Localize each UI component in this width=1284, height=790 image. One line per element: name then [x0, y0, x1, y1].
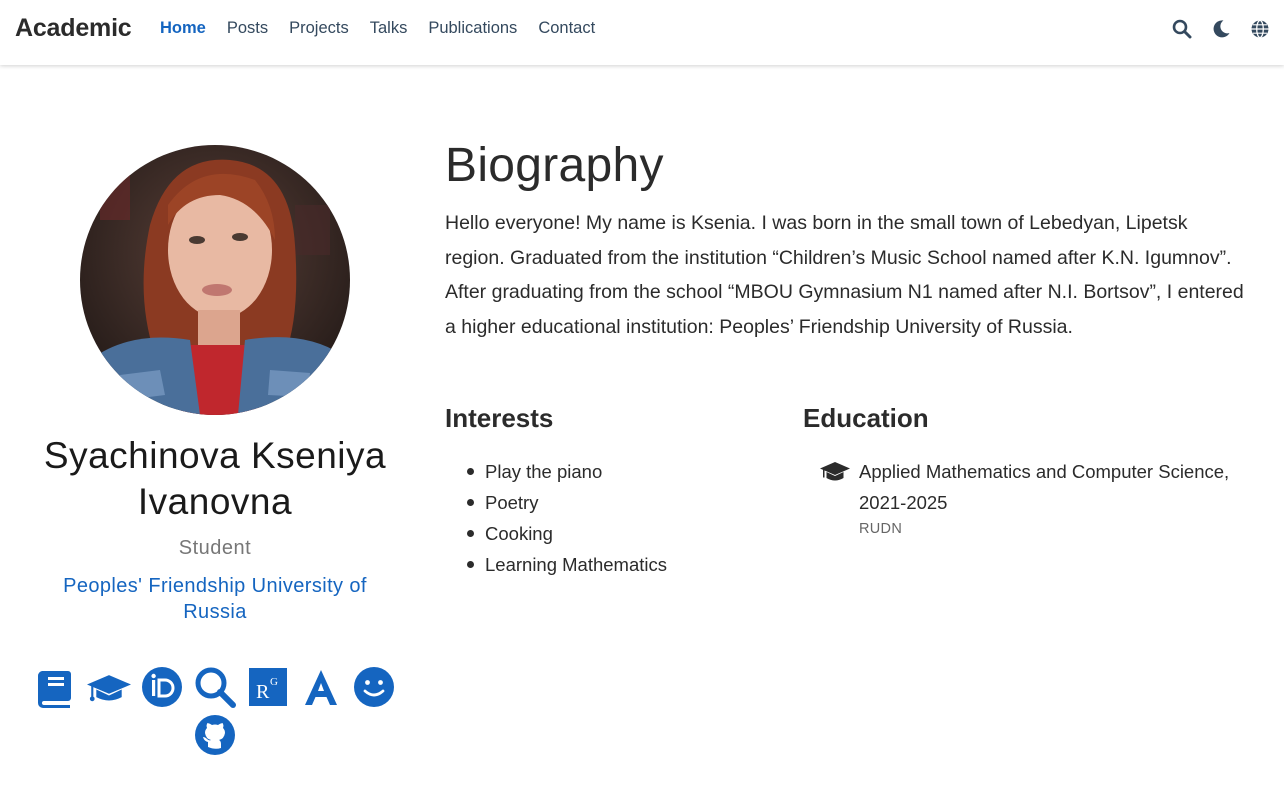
navbar: Academic Home Posts Projects Talks Publi… — [0, 0, 1284, 65]
nav-icons — [1172, 19, 1270, 39]
graduation-cap-icon[interactable] — [87, 665, 131, 709]
nav-link-projects[interactable]: Projects — [289, 19, 349, 38]
moon-icon[interactable] — [1211, 19, 1231, 39]
profile-name-line1: Syachinova Kseniya — [43, 435, 387, 476]
nav-links: Home Posts Projects Talks Publications C… — [160, 19, 595, 38]
education-item: Applied Mathematics and Computer Science… — [820, 456, 1250, 537]
interest-item: Poetry — [467, 487, 667, 518]
profile-name: Syachinova Kseniya Ivanovna — [15, 433, 415, 525]
profile-organization-link[interactable]: Peoples' Friendship University of Russia — [15, 573, 415, 625]
researchgate-icon[interactable]: RG — [246, 665, 290, 709]
nav-link-home[interactable]: Home — [160, 19, 206, 38]
social-links-row2 — [15, 713, 415, 757]
graduation-cap-icon — [820, 460, 850, 484]
interests-title: Interests — [445, 403, 554, 433]
profile-role: Student — [178, 537, 252, 559]
github-icon[interactable] — [193, 713, 237, 757]
smile-icon[interactable] — [352, 665, 396, 709]
nav-link-posts[interactable]: Posts — [227, 19, 268, 38]
academia-icon[interactable] — [299, 665, 343, 709]
education-course-line2: 2021-2025 — [859, 492, 948, 513]
profile-organization-line1: Peoples' Friendship University of — [63, 575, 367, 597]
biography-text: Hello everyone! My name is Ksenia. I was… — [445, 212, 1244, 338]
orcid-icon[interactable] — [140, 665, 184, 709]
education-course-line1: Applied Mathematics and Computer Science… — [859, 461, 1230, 482]
book-icon[interactable] — [34, 665, 78, 709]
nav-link-contact[interactable]: Contact — [538, 19, 595, 38]
education-institution: RUDN — [859, 521, 903, 537]
search-icon[interactable] — [1172, 19, 1192, 39]
interests-list: Play the piano Poetry Cooking Learning M… — [467, 456, 667, 580]
nav-link-talks[interactable]: Talks — [370, 19, 408, 38]
profile-organization-line2: Russia — [183, 601, 247, 623]
brand-logo[interactable]: Academic — [15, 14, 132, 43]
avatar — [80, 145, 350, 415]
education-body: Applied Mathematics and Computer Science… — [859, 456, 1229, 537]
interest-item: Cooking — [467, 518, 667, 549]
education-course: Applied Mathematics and Computer Science… — [859, 456, 1229, 518]
svg-text:R: R — [256, 681, 270, 703]
interest-item: Play the piano — [467, 456, 667, 487]
svg-text:G: G — [270, 676, 278, 688]
globe-icon[interactable] — [1250, 19, 1270, 39]
nav-link-publications[interactable]: Publications — [428, 19, 517, 38]
biography-title: Biography — [445, 139, 664, 192]
profile-name-line2: Ivanovna — [137, 481, 293, 522]
search-icon[interactable] — [193, 665, 237, 709]
social-links: RG — [15, 665, 415, 709]
interest-item: Learning Mathematics — [467, 549, 667, 580]
education-title: Education — [803, 403, 929, 433]
